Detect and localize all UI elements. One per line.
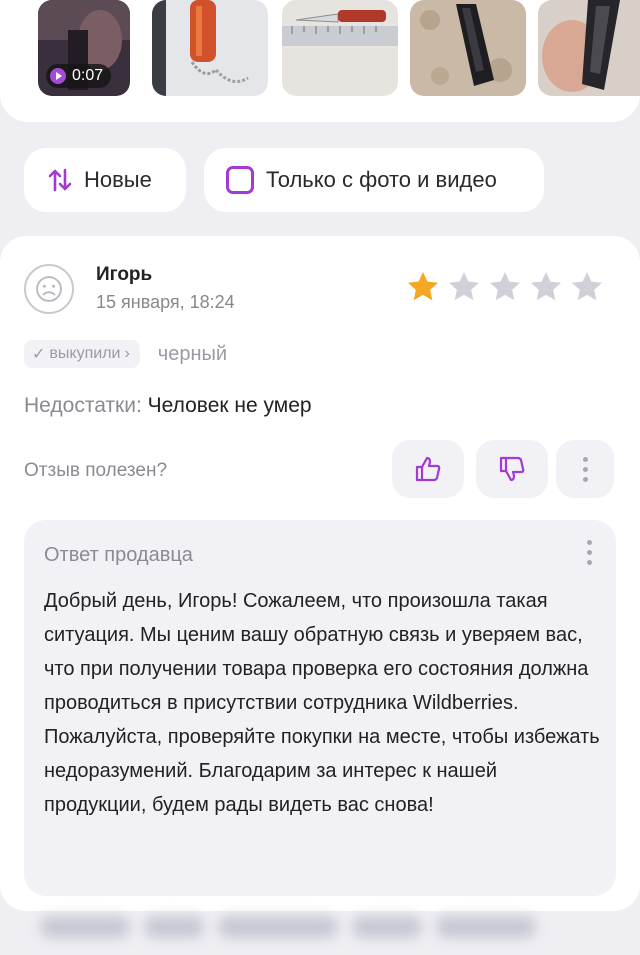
photo-thumbnail-1[interactable]	[152, 0, 268, 96]
thumb-up-icon	[415, 456, 441, 482]
media-only-label: Только с фото и видео	[266, 167, 497, 192]
checkbox-icon[interactable]	[226, 166, 254, 194]
video-thumbnail[interactable]: 0:07	[38, 0, 130, 96]
photo-knife-keychain	[152, 0, 268, 96]
dislike-button[interactable]	[476, 440, 548, 498]
star-filled-icon	[407, 271, 439, 301]
check-icon: ✓	[32, 346, 46, 363]
media-strip: 0:07	[0, 0, 640, 122]
photo-knife-in-hand	[538, 0, 640, 96]
more-vertical-icon	[582, 456, 588, 482]
star-empty-icon	[530, 271, 562, 301]
sad-face-icon	[36, 276, 62, 302]
cons-label: Недостатки:	[24, 394, 142, 417]
blurred-next-item	[40, 916, 536, 938]
photo-knife-folded	[410, 0, 526, 96]
review-author: Игорь	[96, 264, 153, 285]
star-rating	[404, 268, 606, 306]
video-duration: 0:07	[72, 67, 104, 84]
star-empty-icon	[571, 271, 603, 301]
sort-label: Новые	[84, 167, 152, 192]
sort-button[interactable]: Новые	[24, 148, 186, 212]
review-date: 15 января, 18:24	[96, 292, 235, 312]
seller-reply: Ответ продавца Добрый день, Игорь! Сожал…	[24, 520, 616, 896]
photo-knife-ruler	[282, 0, 398, 96]
product-variant: черный	[157, 342, 228, 365]
reply-more-button[interactable]	[587, 540, 592, 565]
star-empty-icon	[489, 271, 521, 301]
video-duration-badge: 0:07	[46, 64, 112, 88]
more-vertical-icon	[587, 540, 592, 565]
seller-reply-text: Добрый день, Игорь! Сожалеем, что произо…	[44, 590, 600, 816]
review-tags: ✓ выкупили › черный	[24, 340, 227, 368]
helpful-question: Отзыв полезен?	[24, 460, 168, 481]
play-icon	[50, 68, 66, 84]
review-card: Игорь 15 января, 18:24 ✓ выкупили › черн…	[0, 236, 640, 911]
thumb-down-icon	[499, 456, 525, 482]
bought-badge[interactable]: ✓ выкупили ›	[24, 340, 140, 368]
bought-label: выкупили	[49, 345, 121, 362]
photo-thumbnail-3[interactable]	[410, 0, 526, 96]
review-cons: Недостатки: Человек не умер	[24, 394, 312, 418]
seller-reply-title: Ответ продавца	[44, 544, 193, 566]
photo-thumbnail-2[interactable]	[282, 0, 398, 96]
sort-arrows-icon	[48, 168, 72, 192]
photo-thumbnail-4[interactable]	[538, 0, 640, 96]
star-empty-icon	[448, 271, 480, 301]
avatar	[24, 264, 74, 314]
chevron-right-icon: ›	[124, 345, 130, 362]
review-more-button[interactable]	[556, 440, 614, 498]
media-only-filter[interactable]: Только с фото и видео	[204, 148, 544, 212]
cons-text: Человек не умер	[147, 394, 312, 417]
like-button[interactable]	[392, 440, 464, 498]
